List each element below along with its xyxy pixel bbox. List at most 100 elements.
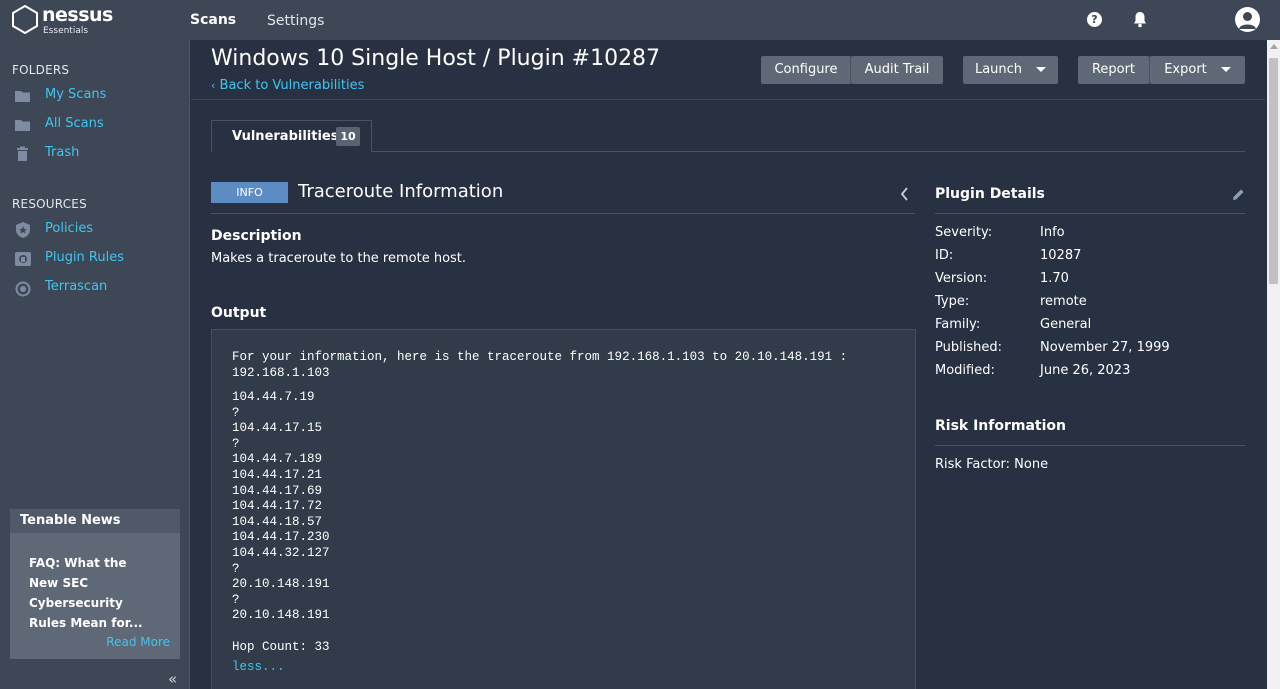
sidebar-item-label: Plugin Rules xyxy=(45,250,124,265)
output-hop-line: 20.10.148.191 xyxy=(232,577,330,592)
output-heading: Output xyxy=(211,305,267,321)
policy-shield-icon xyxy=(16,222,30,238)
tenable-news-panel: Tenable News FAQ: What the New SEC Cyber… xyxy=(10,509,180,659)
nessus-logo[interactable]: nessus Essentials xyxy=(12,4,113,36)
configure-label: Configure xyxy=(774,62,838,77)
output-hop-line: 104.44.18.57 xyxy=(232,514,323,529)
plugin-detail-value: General xyxy=(1040,317,1092,332)
output-hop-line: 104.44.17.21 xyxy=(232,468,323,482)
chevron-left-icon: ‹ xyxy=(211,79,216,92)
plugin-detail-value: 1.70 xyxy=(1040,271,1069,286)
news-title: Tenable News xyxy=(10,509,180,533)
plugin-detail-value: remote xyxy=(1040,294,1087,309)
back-to-vulnerabilities-link[interactable]: ‹ Back to Vulnerabilities xyxy=(211,78,364,93)
output-box: For your information, here is the tracer… xyxy=(211,329,916,689)
plugin-detail-value: November 27, 1999 xyxy=(1040,340,1170,355)
scroll-up-arrow-icon[interactable] xyxy=(1270,44,1278,49)
sidebar-item-all-scans[interactable]: All Scans xyxy=(14,114,184,136)
output-hop-line: 104.44.7.19 xyxy=(232,390,315,404)
user-icon[interactable] xyxy=(1235,7,1260,32)
bell-icon[interactable] xyxy=(1133,11,1147,28)
vulnerability-title: Traceroute Information xyxy=(298,181,504,202)
audit-trail-button[interactable]: Audit Trail xyxy=(851,56,943,84)
tab-vulnerabilities[interactable]: Vulnerabilities 10 xyxy=(211,120,372,152)
folder-icon xyxy=(15,91,30,102)
question-icon[interactable]: ? xyxy=(1087,12,1102,27)
plugin-detail-key: Modified: xyxy=(935,363,995,378)
risk-information-heading: Risk Information xyxy=(935,418,1066,434)
launch-label: Launch xyxy=(974,62,1023,77)
collapse-sidebar-icon[interactable]: « xyxy=(168,670,177,688)
configure-button[interactable]: Configure xyxy=(761,56,851,84)
less-link[interactable]: less... xyxy=(232,660,285,674)
report-label: Report xyxy=(1091,62,1136,77)
output-hop-line: 104.44.32.127 xyxy=(232,546,330,560)
plugin-details-heading: Plugin Details xyxy=(935,186,1045,202)
risk-factor: Risk Factor: None xyxy=(935,457,1049,472)
plugin-detail-key: Version: xyxy=(935,271,988,286)
plugin-detail-value: June 26, 2023 xyxy=(1040,363,1131,378)
output-hop-line: 104.44.17.15 xyxy=(232,421,323,436)
report-button[interactable]: Report xyxy=(1078,56,1149,84)
plugin-detail-key: Family: xyxy=(935,317,981,332)
scrollbar-thumb[interactable] xyxy=(1269,58,1278,284)
logo-text: nessus xyxy=(42,4,113,26)
caret-down-icon xyxy=(1036,67,1047,72)
sidebar-item-label: All Scans xyxy=(45,116,104,131)
back-link-label: Back to Vulnerabilities xyxy=(219,78,365,93)
plugin-detail-key: Published: xyxy=(935,340,1002,355)
sidebar-item-my-scans[interactable]: My Scans xyxy=(14,85,184,107)
output-hop-line: 104.44.17.230 xyxy=(232,530,330,545)
tab-divider xyxy=(372,151,1245,152)
chevron-left-icon[interactable] xyxy=(900,187,909,201)
top-navigation-bar: nessus Essentials Scans Settings ? xyxy=(0,0,1280,40)
tab-count-badge: 10 xyxy=(336,127,360,146)
sidebar: FOLDERS My Scans All Scans Trash RESOURC… xyxy=(0,40,190,689)
plugin-detail-key: ID: xyxy=(935,248,954,263)
plugin-detail-value: Info xyxy=(1040,225,1065,240)
output-line: For your information, here is the tracer… xyxy=(232,350,848,364)
hop-count: Hop Count: 33 xyxy=(232,640,330,654)
plugin-detail-key: Severity: xyxy=(935,225,993,240)
header-divider xyxy=(191,99,1265,100)
severity-badge: INFO xyxy=(211,182,288,203)
terrascan-icon xyxy=(15,281,31,297)
sidebar-item-label: Trash xyxy=(45,145,80,160)
folders-heading: FOLDERS xyxy=(12,63,70,77)
output-hop-line: ? xyxy=(232,561,240,576)
nav-settings[interactable]: Settings xyxy=(267,13,324,29)
news-read-more-link[interactable]: Read More xyxy=(106,635,170,649)
sidebar-item-label: Policies xyxy=(45,221,94,236)
output-hop-line: 104.44.17.69 xyxy=(232,483,323,498)
output-hop-line: ? xyxy=(232,405,240,420)
plugin-details-divider xyxy=(935,213,1245,214)
caret-down-icon xyxy=(1220,67,1231,72)
export-label: Export xyxy=(1164,62,1207,77)
sidebar-item-label: My Scans xyxy=(45,87,107,102)
launch-button[interactable]: Launch xyxy=(963,56,1058,84)
risk-information-divider xyxy=(935,445,1245,446)
description-text: Makes a traceroute to the remote host. xyxy=(211,251,467,266)
description-heading: Description xyxy=(211,228,302,244)
plugin-detail-key: Type: xyxy=(935,294,970,309)
output-hop-line: ? xyxy=(232,592,240,607)
nav-scans[interactable]: Scans xyxy=(190,12,236,28)
sidebar-item-plugin-rules[interactable]: Plugin Rules xyxy=(14,248,184,270)
output-hop-line: 104.44.17.72 xyxy=(232,499,323,514)
sidebar-item-terrascan[interactable]: Terrascan xyxy=(14,277,184,299)
output-hop-line: ? xyxy=(232,436,240,451)
output-hop-line: 20.10.148.191 xyxy=(232,608,330,623)
tab-label: Vulnerabilities xyxy=(232,129,339,144)
export-button[interactable]: Export xyxy=(1150,56,1245,84)
resources-heading: RESOURCES xyxy=(12,197,87,211)
news-headline[interactable]: FAQ: What the New SEC Cybersecurity Rule… xyxy=(29,553,159,633)
audit-trail-label: Audit Trail xyxy=(864,62,930,77)
trash-icon xyxy=(17,146,28,161)
sidebar-item-label: Terrascan xyxy=(45,279,108,294)
pencil-edit-icon[interactable] xyxy=(1232,188,1245,201)
output-line: 192.168.1.103 xyxy=(232,366,330,380)
sidebar-item-trash[interactable]: Trash xyxy=(14,143,184,165)
user-avatar-glyph xyxy=(1239,12,1256,29)
sidebar-item-policies[interactable]: Policies xyxy=(14,219,184,241)
page-title: Windows 10 Single Host / Plugin #10287 xyxy=(211,46,661,71)
